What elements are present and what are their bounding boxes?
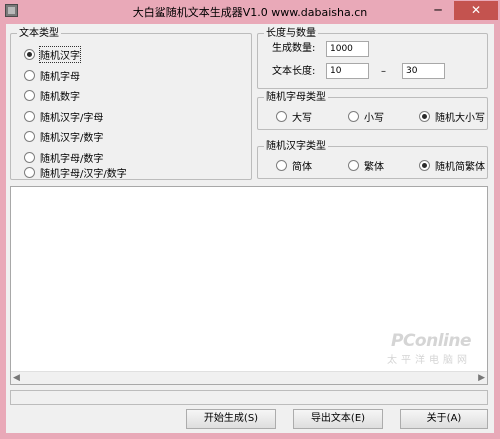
text-type-option-label: 随机汉字/数字 (40, 132, 104, 144)
about-button[interactable]: 关于(A) (400, 409, 488, 429)
letter-type-group: 随机字母类型 大写 小写 随机大小写 (257, 91, 488, 130)
radio-icon[interactable] (348, 159, 359, 171)
text-type-option-label: 随机汉字 (39, 45, 81, 63)
hanzi-type-option-label: 简体 (292, 161, 312, 173)
app-window: 大白鲨随机文本生成器V1.0 www.dabaisha.cn ─ ✕ 文本类型 … (0, 0, 500, 439)
radio-checked-icon[interactable] (419, 110, 430, 122)
text-type-option-label: 随机字母/数字 (40, 153, 104, 165)
letter-type-option-2[interactable]: 随机大小写 (419, 109, 485, 124)
text-type-option-0[interactable]: 随机汉字 (24, 45, 81, 63)
radio-icon[interactable] (24, 166, 35, 178)
radio-icon[interactable] (348, 110, 359, 122)
watermark-sub-text: 太平洋电脑网 (387, 355, 471, 366)
watermark-main-text: PConline (390, 331, 472, 351)
title-bar[interactable]: 大白鲨随机文本生成器V1.0 www.dabaisha.cn ─ ✕ (0, 0, 500, 23)
radio-icon[interactable] (24, 69, 35, 81)
hanzi-type-option-2[interactable]: 随机简繁体 (419, 158, 485, 173)
client-area: 文本类型 随机汉字 随机字母 随机数字 随机汉字/字母 随机汉字/数字 随机字母… (6, 24, 494, 433)
status-bar (10, 390, 488, 405)
text-type-option-4[interactable]: 随机汉字/数字 (24, 129, 104, 144)
output-text-area[interactable]: PConline 太平洋电脑网 ◀ ▶ (10, 186, 488, 385)
hanzi-type-option-label: 随机简繁体 (435, 161, 485, 173)
range-dash: – (381, 66, 386, 77)
length-min-input[interactable]: 10 (326, 63, 369, 79)
radio-checked-icon[interactable] (419, 159, 430, 171)
start-generate-button[interactable]: 开始生成(S) (186, 409, 276, 429)
text-type-group: 文本类型 随机汉字 随机字母 随机数字 随机汉字/字母 随机汉字/数字 随机字母… (10, 27, 252, 180)
letter-type-option-label: 小写 (364, 112, 384, 124)
text-type-option-2[interactable]: 随机数字 (24, 88, 80, 103)
radio-icon[interactable] (24, 110, 35, 122)
text-type-option-label: 随机字母 (40, 71, 80, 83)
hanzi-type-option-1[interactable]: 繁体 (348, 158, 384, 173)
count-label: 生成数量: (272, 43, 316, 54)
horizontal-scrollbar[interactable]: ◀ ▶ (11, 371, 487, 384)
minimize-button[interactable]: ─ (427, 1, 449, 19)
text-type-option-3[interactable]: 随机汉字/字母 (24, 109, 104, 124)
text-type-option-label: 随机数字 (40, 91, 80, 103)
radio-icon[interactable] (24, 130, 35, 142)
letter-type-option-label: 大写 (292, 112, 312, 124)
text-type-option-label: 随机字母/汉字/数字 (40, 168, 127, 180)
export-text-button[interactable]: 导出文本(E) (293, 409, 383, 429)
letter-type-group-label: 随机字母类型 (264, 91, 328, 104)
letter-type-option-label: 随机大小写 (435, 112, 485, 124)
scroll-left-icon[interactable]: ◀ (13, 373, 20, 383)
hanzi-type-group: 随机汉字类型 简体 繁体 随机简繁体 (257, 140, 488, 179)
count-input[interactable]: 1000 (326, 41, 369, 57)
text-type-option-6[interactable]: 随机字母/汉字/数字 (24, 165, 127, 180)
letter-type-option-0[interactable]: 大写 (276, 109, 312, 124)
text-type-option-5[interactable]: 随机字母/数字 (24, 150, 104, 165)
length-label: 文本长度: (272, 66, 316, 77)
length-count-group-label: 长度与数量 (264, 27, 318, 40)
length-count-group: 长度与数量 生成数量: 1000 文本长度: 10 – 30 (257, 27, 488, 89)
hanzi-type-option-label: 繁体 (364, 161, 384, 173)
letter-type-option-1[interactable]: 小写 (348, 109, 384, 124)
hanzi-type-group-label: 随机汉字类型 (264, 140, 328, 153)
scroll-right-icon[interactable]: ▶ (478, 373, 485, 383)
radio-checked-icon[interactable] (24, 48, 35, 60)
length-max-input[interactable]: 30 (402, 63, 445, 79)
watermark-logo: PConline 太平洋电脑网 (387, 331, 472, 366)
radio-icon[interactable] (276, 159, 287, 171)
hanzi-type-option-0[interactable]: 简体 (276, 158, 312, 173)
radio-icon[interactable] (24, 151, 35, 163)
text-type-option-label: 随机汉字/字母 (40, 112, 104, 124)
text-type-option-1[interactable]: 随机字母 (24, 68, 80, 83)
text-type-group-label: 文本类型 (17, 27, 61, 40)
close-button[interactable]: ✕ (454, 1, 498, 20)
window-title: 大白鲨随机文本生成器V1.0 www.dabaisha.cn (132, 6, 368, 19)
radio-icon[interactable] (24, 89, 35, 101)
radio-icon[interactable] (276, 110, 287, 122)
